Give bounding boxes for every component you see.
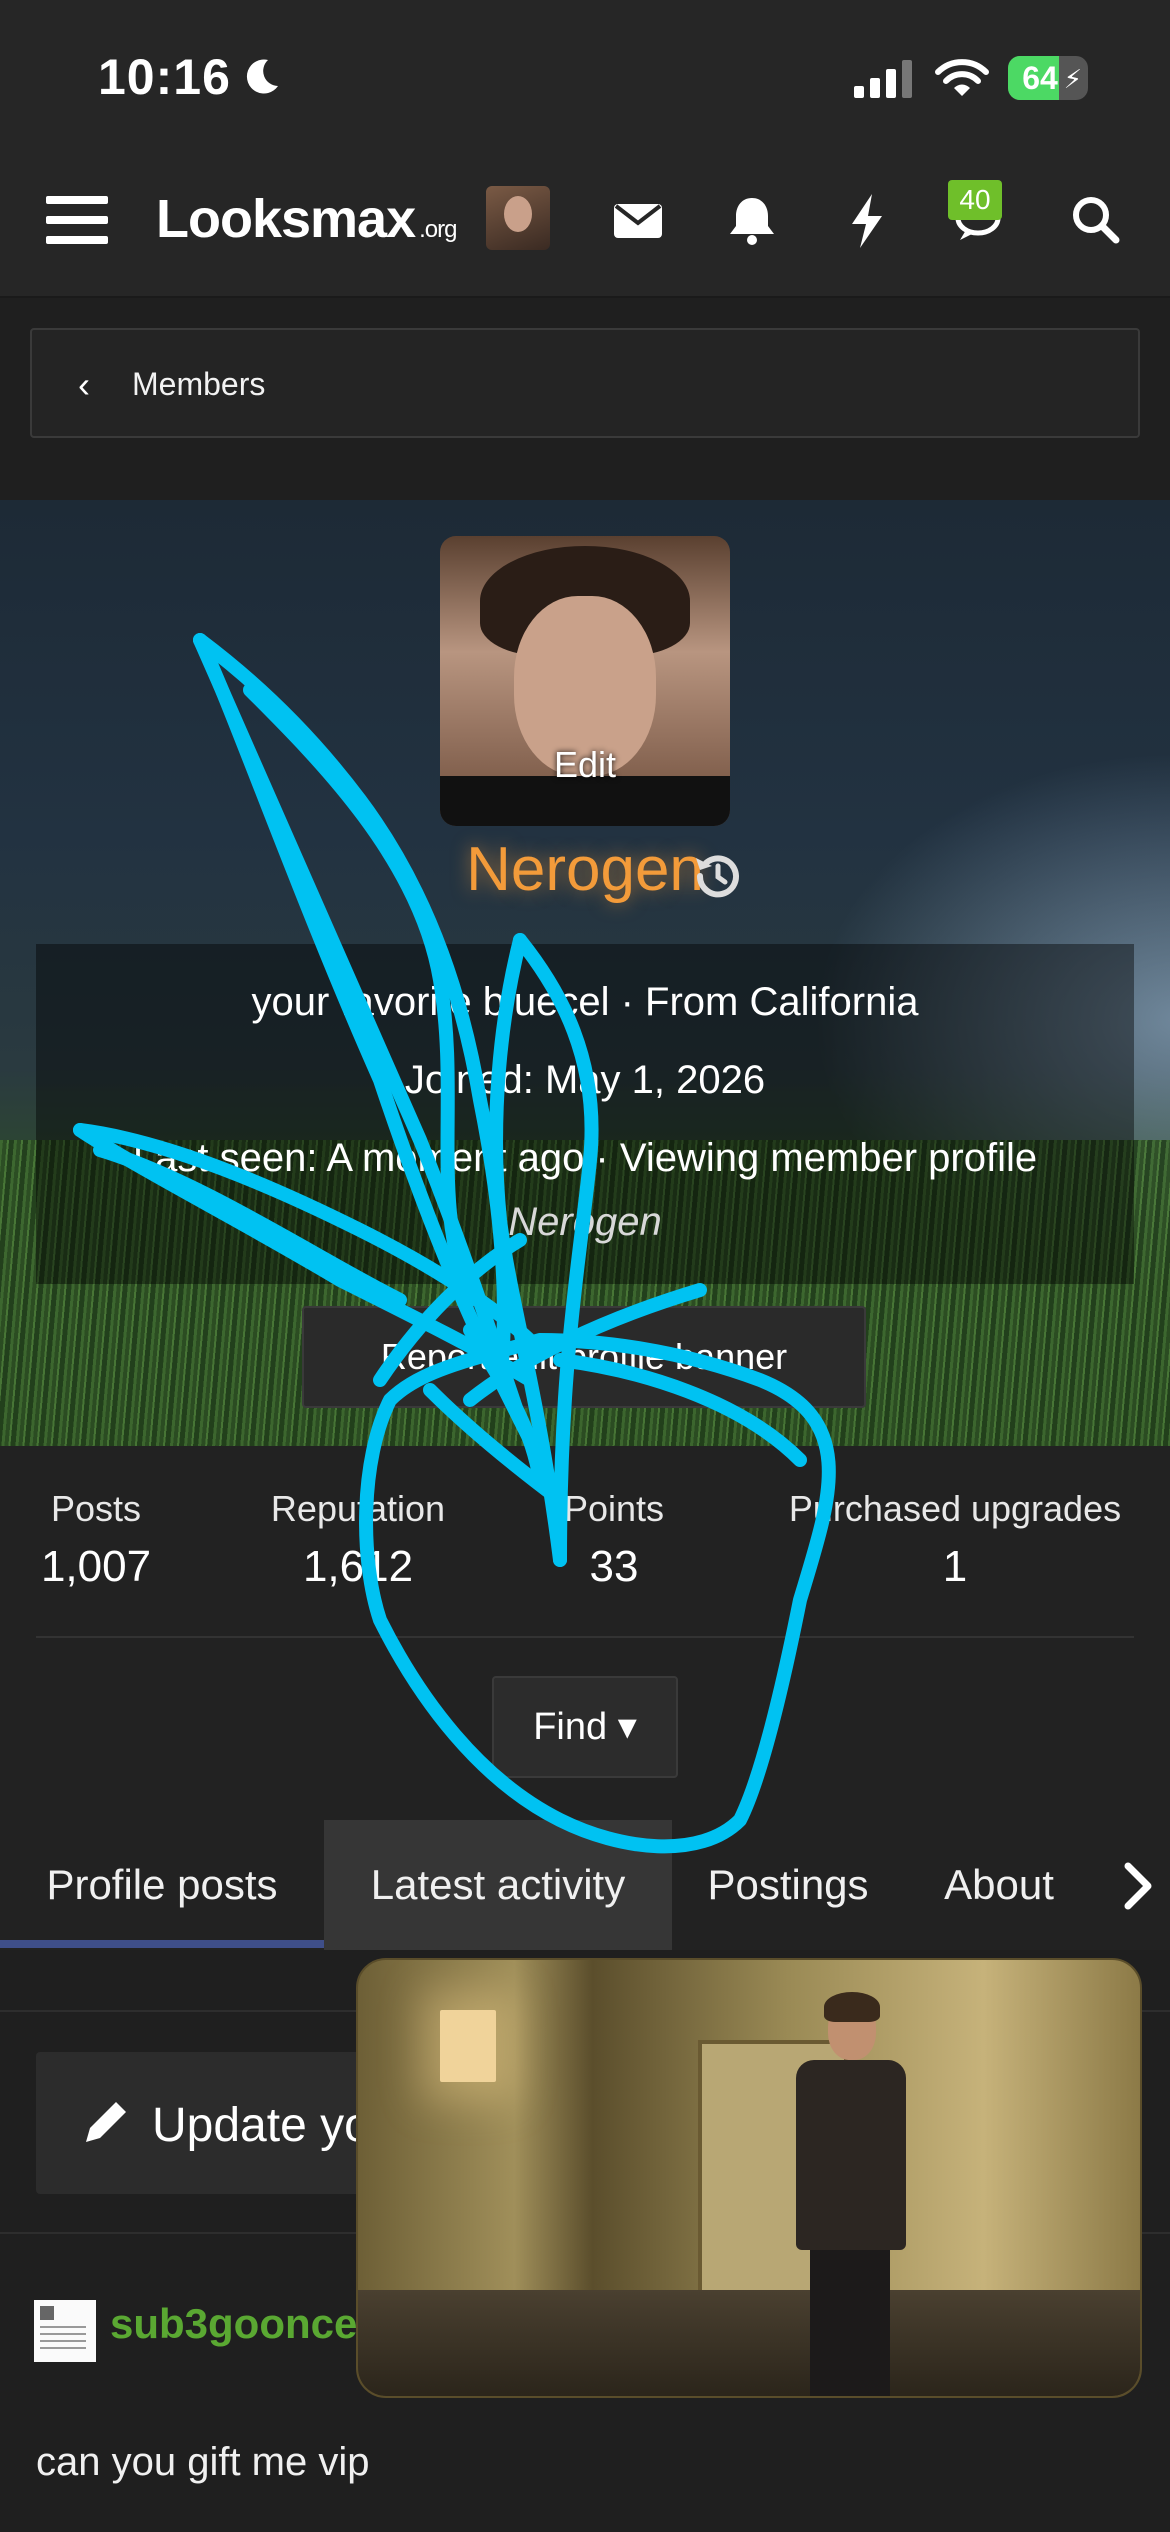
report-edit-banner-button[interactable]: Report edit profile banner <box>302 1306 866 1408</box>
wifi-icon <box>935 59 989 96</box>
stat-value: 33 <box>589 1542 639 1591</box>
logo-suffix: .org <box>419 216 457 243</box>
profile-banner: Edit Nerogen your favorite bluecel · Fro… <box>0 500 1170 1446</box>
post-author-name[interactable]: sub3gooncel <box>110 2300 369 2348</box>
post-body: can you gift me vip <box>36 2440 370 2484</box>
site-logo[interactable]: Looksmax .org <box>156 188 457 250</box>
profile-stats: Posts 1,007 Reputation 1,612 Points 33 P… <box>0 1446 1170 1820</box>
top-navbar: Looksmax .org <box>0 150 1170 298</box>
active-tab-indicator <box>0 1940 324 1948</box>
moon-icon <box>246 59 278 94</box>
profile-tagline: your favorite bluecel · From California <box>251 980 919 1024</box>
logo-main: Looksmax <box>156 189 416 249</box>
profile-last-seen: Last seen: A moment ago · Viewing member… <box>132 1136 1038 1180</box>
stat-label: Reputation <box>270 1488 446 1529</box>
pencil-icon <box>86 2098 130 2142</box>
chevron-right-icon[interactable] <box>1118 1860 1158 1912</box>
stat-value: 1,007 <box>40 1542 152 1591</box>
breadcrumb-label: Members <box>132 366 266 402</box>
battery-icon: 64 ⚡ <box>1008 56 1088 100</box>
caret-down-icon: ▾ <box>617 1706 637 1748</box>
divider <box>36 1636 1134 1638</box>
stat-value: 1,612 <box>302 1542 414 1591</box>
stat-label: Posts <box>50 1488 142 1529</box>
search-icon[interactable] <box>1066 190 1126 250</box>
stat-purchased-upgrades[interactable]: Purchased upgrades 1 <box>774 1488 1136 1592</box>
breadcrumb-area: ‹ Members <box>0 298 1170 498</box>
chat-badge: 40 <box>948 180 1002 220</box>
profile-avatar[interactable]: Edit <box>440 536 730 826</box>
post-author-avatar[interactable] <box>34 2300 96 2362</box>
profile-joined: Joined: May 1, 2026 <box>404 1058 766 1102</box>
video-wall-lamp <box>440 2010 496 2082</box>
stat-reputation[interactable]: Reputation 1,612 <box>258 1488 458 1592</box>
find-label: Find <box>533 1706 608 1748</box>
profile-tabs: Profile posts Latest activity Postings A… <box>0 1820 1170 1950</box>
status-bar: 10:16 64 ⚡ <box>0 0 1170 150</box>
status-time: 10:16 <box>98 49 231 105</box>
chevron-left-icon: ‹ <box>78 364 90 405</box>
hamburger-menu-icon[interactable] <box>46 192 108 248</box>
charging-icon: ⚡ <box>1063 64 1082 94</box>
stat-posts[interactable]: Posts 1,007 <box>36 1488 156 1592</box>
profile-last-seen-target[interactable]: Nerogen <box>36 1200 1134 1245</box>
profile-info-box: your favorite bluecel · From California … <box>36 944 1134 1284</box>
stat-label: Points <box>563 1488 665 1529</box>
tab-profile-posts[interactable]: Profile posts <box>0 1820 324 1950</box>
video-floor <box>358 2290 1140 2396</box>
stat-label: Purchased upgrades <box>788 1488 1122 1529</box>
profile-username: Nerogen <box>466 835 704 904</box>
picture-in-picture-video[interactable] <box>356 1958 1142 2398</box>
stat-points[interactable]: Points 33 <box>544 1488 684 1592</box>
history-icon[interactable] <box>690 848 746 904</box>
battery-level: 64 <box>1022 60 1058 96</box>
tab-postings[interactable]: Postings <box>672 1820 904 1950</box>
envelope-icon[interactable] <box>608 190 668 250</box>
find-button[interactable]: Find ▾ <box>492 1676 678 1778</box>
video-person <box>788 1992 908 2396</box>
tab-latest-activity[interactable]: Latest activity <box>324 1820 672 1950</box>
tab-about[interactable]: About <box>904 1820 1094 1950</box>
lightning-icon[interactable] <box>838 190 898 250</box>
signal-icon <box>854 60 912 98</box>
nav-avatar[interactable] <box>486 186 550 250</box>
bell-icon[interactable] <box>722 190 782 250</box>
stat-value: 1 <box>942 1542 968 1591</box>
breadcrumb[interactable]: ‹ Members <box>30 328 1140 438</box>
avatar-edit-label[interactable]: Edit <box>440 744 730 786</box>
